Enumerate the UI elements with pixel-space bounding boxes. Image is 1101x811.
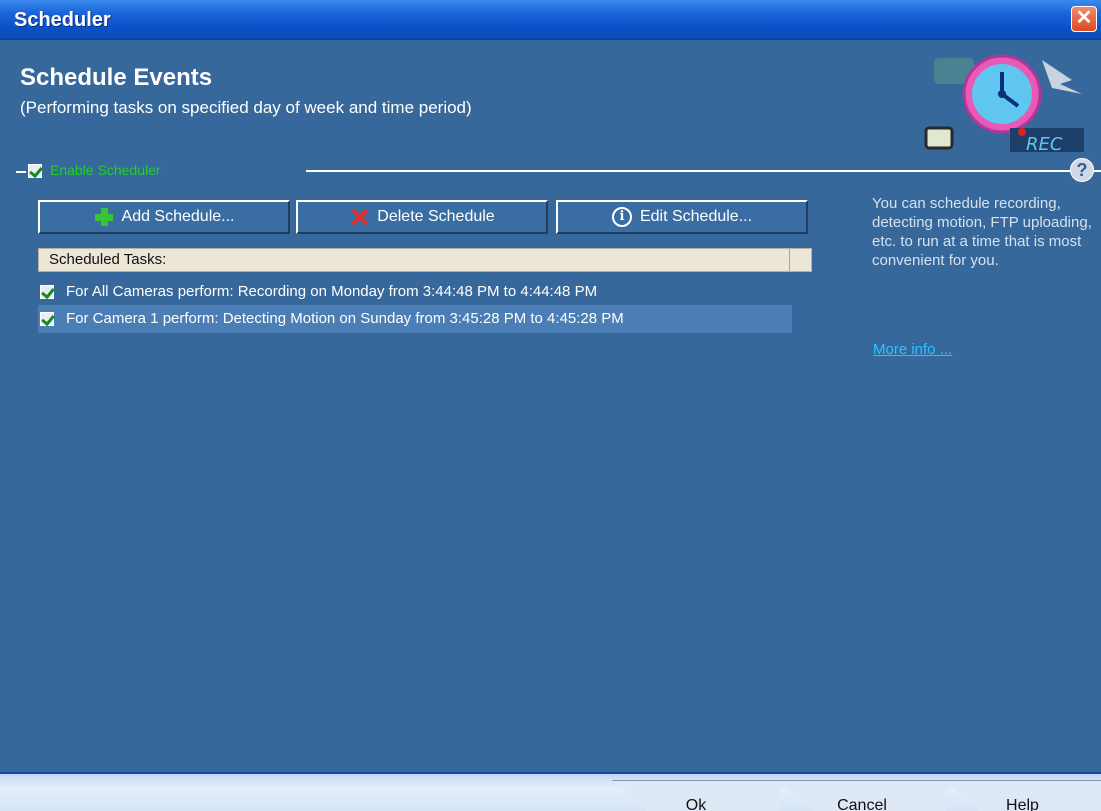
delete-schedule-label: Delete Schedule bbox=[377, 208, 495, 225]
edit-schedule-button[interactable]: i Edit Schedule... bbox=[556, 200, 808, 234]
help-description: You can schedule recording, detecting mo… bbox=[872, 195, 1092, 269]
edit-schedule-label: Edit Schedule... bbox=[639, 208, 753, 225]
help-label: Help bbox=[1006, 797, 1039, 811]
info-icon: i bbox=[611, 207, 632, 227]
task-row[interactable]: For Camera 1 perform: Detecting Motion o… bbox=[38, 305, 792, 333]
scheduler-window: Scheduler ✕ Schedule Events (Performing … bbox=[0, 0, 1101, 811]
ok-label: Ok bbox=[685, 797, 707, 811]
cancel-button[interactable]: Cancel bbox=[778, 780, 946, 811]
add-schedule-label: Add Schedule... bbox=[121, 208, 235, 225]
cancel-label: Cancel bbox=[837, 797, 887, 811]
delete-schedule-button[interactable]: Delete Schedule bbox=[296, 200, 548, 234]
section-divider bbox=[306, 170, 1070, 172]
task-row[interactable]: For All Cameras perform: Recording on Mo… bbox=[38, 278, 792, 306]
footer-bar: Ok Cancel Help bbox=[0, 772, 1101, 811]
enable-scheduler-checkbox[interactable] bbox=[28, 164, 42, 178]
task-text: For All Cameras perform: Recording on Mo… bbox=[66, 283, 598, 300]
close-button[interactable]: ✕ bbox=[1071, 6, 1097, 32]
ok-button[interactable]: Ok bbox=[612, 780, 780, 811]
window-title: Scheduler bbox=[14, 9, 111, 31]
page-title: Schedule Events bbox=[20, 64, 213, 91]
help-icon[interactable]: ? bbox=[1070, 158, 1094, 182]
scheduler-clock-icon: REC bbox=[924, 54, 1084, 155]
task-list[interactable]: For All Cameras perform: Recording on Mo… bbox=[38, 272, 812, 772]
rec-badge: REC bbox=[1026, 134, 1063, 155]
page-subtitle: (Performing tasks on specified day of we… bbox=[20, 98, 472, 117]
task-checkbox[interactable] bbox=[40, 312, 54, 326]
more-info-link[interactable]: More info ... bbox=[873, 341, 952, 358]
delete-icon bbox=[349, 207, 369, 227]
help-button[interactable]: Help bbox=[944, 780, 1101, 811]
add-icon bbox=[94, 207, 114, 227]
title-bar: Scheduler ✕ bbox=[0, 0, 1101, 40]
task-text: For Camera 1 perform: Detecting Motion o… bbox=[66, 310, 624, 327]
task-checkbox[interactable] bbox=[40, 285, 54, 299]
enable-scheduler-label[interactable]: Enable Scheduler bbox=[50, 162, 161, 178]
add-schedule-button[interactable]: Add Schedule... bbox=[38, 200, 290, 234]
task-list-header[interactable]: Scheduled Tasks: bbox=[38, 248, 812, 272]
